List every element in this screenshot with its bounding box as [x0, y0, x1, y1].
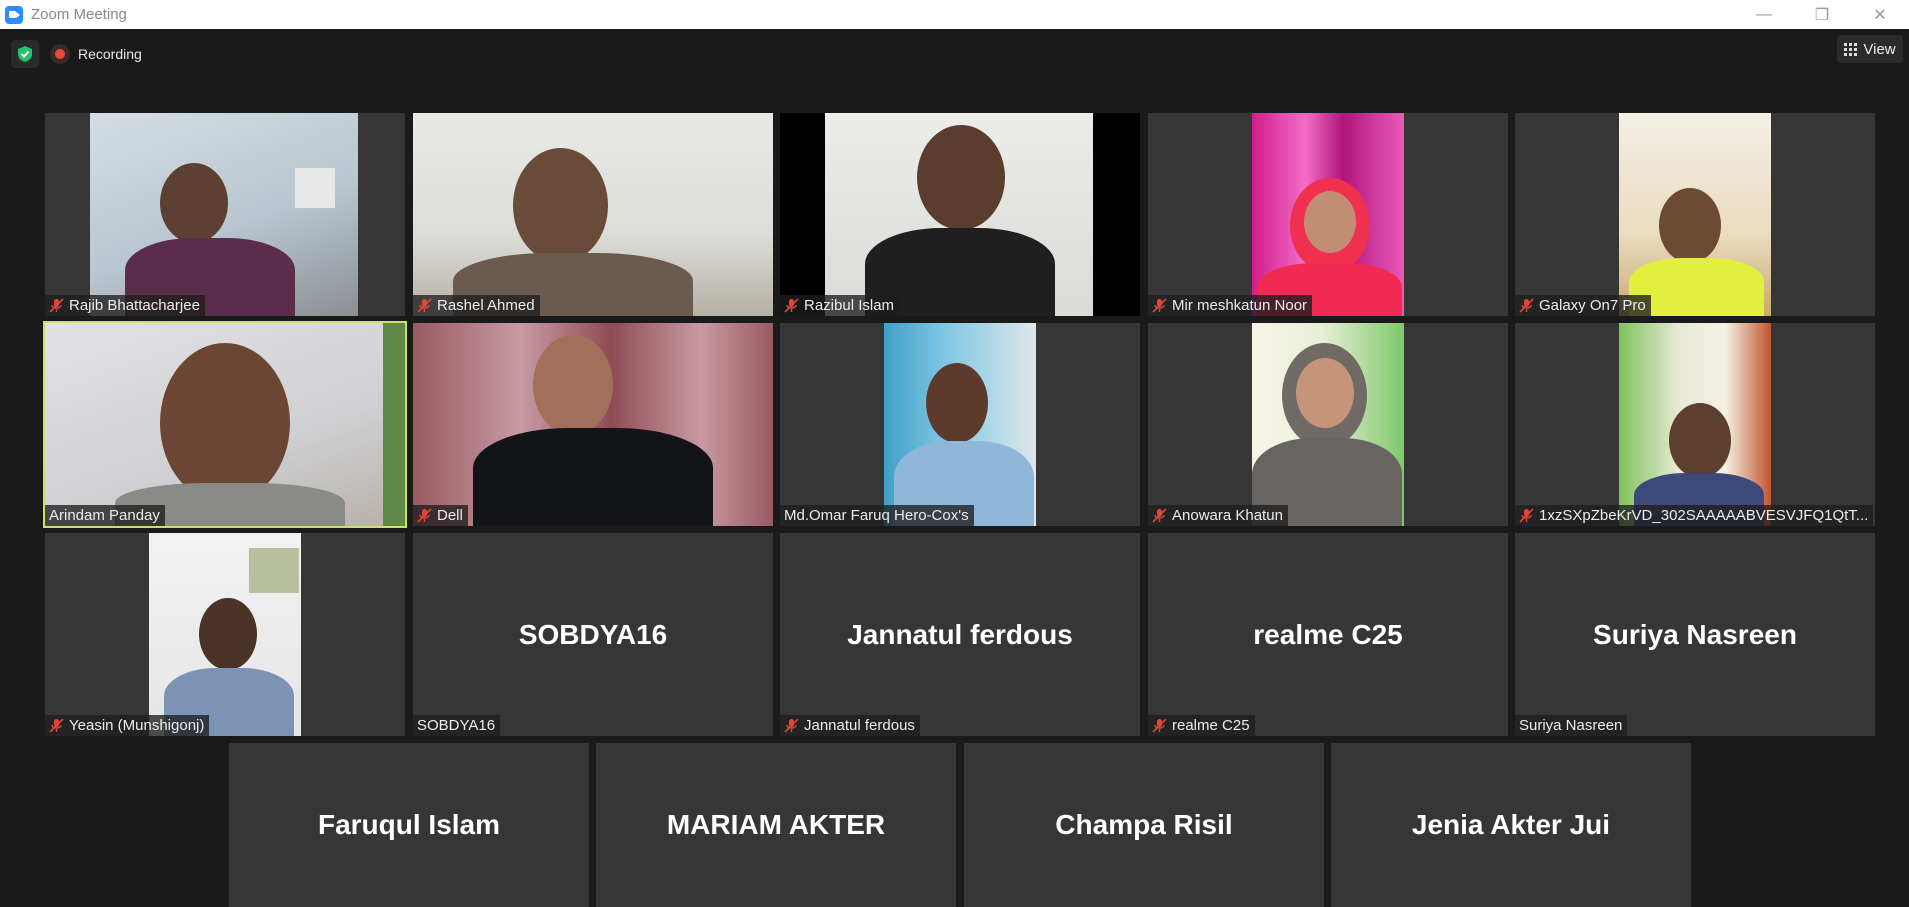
participant-tile[interactable]: Rashel Ahmed: [413, 113, 773, 316]
participant-video: [90, 113, 358, 316]
participant-name: Arindam Panday: [49, 507, 160, 524]
participant-video: [1619, 113, 1771, 316]
participant-name-bar: realme C25: [1148, 715, 1255, 736]
participant-video: [45, 323, 405, 526]
participant-display-name: MARIAM AKTER: [666, 809, 886, 840]
participant-video: [1252, 113, 1404, 316]
participant-tile[interactable]: Faruqul Islam: [229, 743, 589, 907]
muted-mic-icon: [49, 298, 64, 313]
participant-name-bar: Rajib Bhattacharjee: [45, 295, 205, 316]
participant-video: [1252, 323, 1404, 526]
muted-mic-icon: [1519, 298, 1534, 313]
restore-button[interactable]: ❐: [1793, 0, 1851, 29]
view-button[interactable]: View: [1837, 35, 1903, 63]
participant-tile[interactable]: Anowara Khatun: [1148, 323, 1508, 526]
participant-name: Yeasin (Munshigonj): [69, 717, 205, 734]
muted-mic-icon: [1519, 508, 1534, 523]
participant-name-bar: Md.Omar Faruq Hero-Cox's: [780, 505, 974, 526]
muted-mic-icon: [1152, 508, 1167, 523]
window-controls: — ❐ ✕: [1735, 0, 1909, 29]
participant-name-bar: Anowara Khatun: [1148, 505, 1288, 526]
participant-name-bar: Mir meshkatun Noor: [1148, 295, 1313, 316]
participant-name: Galaxy On7 Pro: [1539, 297, 1646, 314]
muted-mic-icon: [1152, 298, 1167, 313]
participant-display-name: Jenia Akter Jui: [1411, 809, 1611, 840]
participant-tile[interactable]: Md.Omar Faruq Hero-Cox's: [780, 323, 1140, 526]
minimize-button[interactable]: —: [1735, 0, 1793, 29]
participant-tile[interactable]: Champa Risil: [964, 743, 1324, 907]
participant-tile[interactable]: Mir meshkatun Noor: [1148, 113, 1508, 316]
muted-mic-icon: [417, 298, 432, 313]
participant-display-name: SOBDYA16: [518, 618, 668, 650]
participant-video: [825, 113, 1093, 316]
participant-name: SOBDYA16: [417, 717, 496, 734]
participant-name-bar: Dell: [413, 505, 468, 526]
participant-name: Razibul Islam: [804, 297, 895, 314]
muted-mic-icon: [49, 718, 64, 733]
participant-name-bar: Galaxy On7 Pro: [1515, 295, 1651, 316]
participant-name: Mir meshkatun Noor: [1172, 297, 1308, 314]
participant-name-bar: 1xzSXpZbeKrVD_302SAAAAABVESVJFQ1QtT...: [1515, 505, 1874, 526]
grid-icon: [1844, 42, 1858, 56]
participant-tile[interactable]: Jenia Akter Jui: [1331, 743, 1691, 907]
participant-display-name: Jannatul ferdous: [847, 618, 1073, 650]
participant-tile[interactable]: Jannatul ferdous Jannatul ferdous: [780, 533, 1140, 736]
muted-mic-icon: [1152, 718, 1167, 733]
participant-name-bar: Arindam Panday: [45, 505, 165, 526]
participant-name: Jannatul ferdous: [804, 717, 915, 734]
participant-name: realme C25: [1172, 717, 1250, 734]
title-bar: Zoom Meeting — ❐ ✕: [0, 0, 1909, 29]
encryption-shield-icon[interactable]: [11, 40, 39, 68]
participant-tile[interactable]: Suriya Nasreen Suriya Nasreen: [1515, 533, 1875, 736]
participant-tile-active-speaker[interactable]: Arindam Panday: [43, 321, 407, 528]
participant-tile[interactable]: 1xzSXpZbeKrVD_302SAAAAABVESVJFQ1QtT...: [1515, 323, 1875, 526]
participant-tile[interactable]: Dell: [413, 323, 773, 526]
participant-name-bar: Jannatul ferdous: [780, 715, 920, 736]
participant-video: [413, 113, 773, 316]
participant-name-bar: Yeasin (Munshigonj): [45, 715, 210, 736]
participant-video: [1619, 323, 1771, 526]
participant-name: Md.Omar Faruq Hero-Cox's: [784, 507, 969, 524]
participant-name: Suriya Nasreen: [1519, 717, 1623, 734]
participant-video: [884, 323, 1036, 526]
recording-dot-icon: [50, 44, 70, 64]
participant-video: [149, 533, 301, 736]
participant-display-name: Suriya Nasreen: [1593, 618, 1797, 650]
close-button[interactable]: ✕: [1851, 0, 1909, 29]
participant-tile[interactable]: SOBDYA16 SOBDYA16: [413, 533, 773, 736]
muted-mic-icon: [784, 718, 799, 733]
participant-name-bar: Suriya Nasreen: [1515, 715, 1628, 736]
participant-tile[interactable]: Yeasin (Munshigonj): [45, 533, 405, 736]
participant-name-bar: Rashel Ahmed: [413, 295, 540, 316]
muted-mic-icon: [417, 508, 432, 523]
participant-video: [413, 323, 773, 526]
participant-tile[interactable]: Galaxy On7 Pro: [1515, 113, 1875, 316]
window-title: Zoom Meeting: [31, 6, 127, 23]
participant-tile[interactable]: MARIAM AKTER: [596, 743, 956, 907]
participant-name: Rashel Ahmed: [437, 297, 535, 314]
participant-name: Dell: [437, 507, 463, 524]
participant-name: 1xzSXpZbeKrVD_302SAAAAABVESVJFQ1QtT...: [1539, 507, 1869, 524]
participant-display-name: Champa Risil: [1055, 809, 1233, 840]
meeting-stage: Recording View Rajib Bhattacharjee Rashe…: [0, 29, 1909, 907]
participant-display-name: Faruqul Islam: [317, 809, 501, 840]
recording-indicator[interactable]: Recording: [50, 41, 142, 67]
recording-label: Recording: [78, 46, 142, 62]
participant-tile[interactable]: Rajib Bhattacharjee: [45, 113, 405, 316]
participant-tile[interactable]: Razibul Islam: [780, 113, 1140, 316]
participant-name: Anowara Khatun: [1172, 507, 1283, 524]
view-label: View: [1863, 40, 1896, 58]
participant-name-bar: SOBDYA16: [413, 715, 501, 736]
participant-name-bar: Razibul Islam: [780, 295, 900, 316]
muted-mic-icon: [784, 298, 799, 313]
participant-tile[interactable]: realme C25 realme C25: [1148, 533, 1508, 736]
participant-name: Rajib Bhattacharjee: [69, 297, 200, 314]
participant-display-name: realme C25: [1253, 618, 1403, 650]
zoom-logo-icon: [5, 5, 23, 24]
